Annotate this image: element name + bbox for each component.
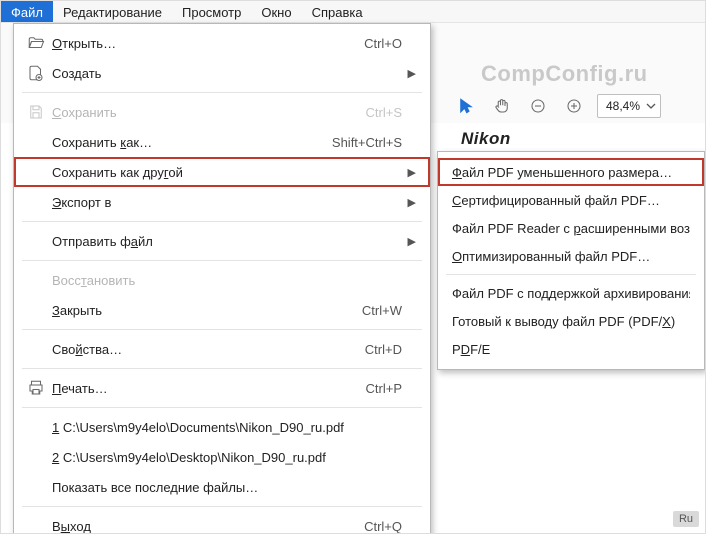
menubar-item-help[interactable]: Справка bbox=[302, 1, 373, 22]
menubar-item-edit[interactable]: Редактирование bbox=[53, 1, 172, 22]
submenu-label: Файл PDF уменьшенного размера… bbox=[452, 165, 690, 180]
document-brand-text: Nikon bbox=[461, 129, 511, 149]
save-icon bbox=[27, 103, 45, 121]
menu-separator bbox=[22, 329, 422, 330]
menubar-item-file[interactable]: Файл bbox=[1, 1, 53, 22]
menu-label: 1 C:\Users\m9y4elo\Documents\Nikon_D90_r… bbox=[52, 420, 402, 435]
menu-item-close[interactable]: Закрыть Ctrl+W bbox=[14, 295, 430, 325]
menu-label: Сохранить bbox=[52, 105, 366, 120]
menu-separator bbox=[22, 407, 422, 408]
menu-shortcut: Ctrl+O bbox=[364, 36, 402, 51]
menu-label: Восстановить bbox=[52, 273, 402, 288]
menu-label: Закрыть bbox=[52, 303, 362, 318]
submenu-item-certified-pdf[interactable]: Сертифицированный файл PDF… bbox=[438, 186, 704, 214]
hand-icon bbox=[493, 97, 511, 115]
menu-item-properties[interactable]: Свойства… Ctrl+D bbox=[14, 334, 430, 364]
submenu-label: Сертифицированный файл PDF… bbox=[452, 193, 690, 208]
zoom-out-button[interactable] bbox=[525, 93, 551, 119]
menu-label: Сохранить как другой bbox=[52, 165, 402, 180]
menu-shortcut: Ctrl+W bbox=[362, 303, 402, 318]
folder-open-icon bbox=[27, 34, 45, 52]
submenu-arrow-icon: ▶ bbox=[402, 166, 416, 179]
menu-label: 2 C:\Users\m9y4elo\Desktop\Nikon_D90_ru.… bbox=[52, 450, 402, 465]
menu-shortcut: Ctrl+Q bbox=[364, 519, 402, 534]
menu-separator bbox=[22, 368, 422, 369]
menu-item-exit[interactable]: Выход Ctrl+Q bbox=[14, 511, 430, 534]
menu-separator bbox=[22, 260, 422, 261]
menu-label: Сохранить как… bbox=[52, 135, 332, 150]
toolbar-row: 48,4% bbox=[453, 93, 661, 119]
submenu-item-pdf-e[interactable]: PDF/E bbox=[438, 335, 704, 363]
menu-item-recent-1[interactable]: 1 C:\Users\m9y4elo\Documents\Nikon_D90_r… bbox=[14, 412, 430, 442]
menu-item-recent-2[interactable]: 2 C:\Users\m9y4elo\Desktop\Nikon_D90_ru.… bbox=[14, 442, 430, 472]
printer-icon bbox=[27, 379, 45, 397]
chevron-down-icon bbox=[646, 101, 656, 111]
menu-item-restore: Восстановить bbox=[14, 265, 430, 295]
minus-circle-icon bbox=[529, 97, 547, 115]
cursor-tool[interactable] bbox=[453, 93, 479, 119]
menu-separator bbox=[446, 274, 696, 275]
zoom-value: 48,4% bbox=[606, 99, 640, 113]
submenu-label: Файл PDF Reader с расширенными возможнос… bbox=[452, 221, 690, 236]
hand-tool[interactable] bbox=[489, 93, 515, 119]
submenu-arrow-icon: ▶ bbox=[402, 67, 416, 80]
menu-label: Свойства… bbox=[52, 342, 365, 357]
menu-separator bbox=[22, 506, 422, 507]
file-plus-icon bbox=[27, 64, 45, 82]
submenu-item-reader-extended-pdf[interactable]: Файл PDF Reader с расширенными возможнос… bbox=[438, 214, 704, 242]
menu-item-save-as[interactable]: Сохранить как… Shift+Ctrl+S bbox=[14, 127, 430, 157]
submenu-item-archivable-pdf[interactable]: Файл PDF с поддержкой архивирования bbox=[438, 279, 704, 307]
menu-label: Экспорт в bbox=[52, 195, 402, 210]
save-as-other-submenu: Файл PDF уменьшенного размера… Сертифици… bbox=[437, 151, 705, 370]
watermark-text: CompConfig.ru bbox=[481, 61, 648, 87]
menu-label: ООткрыть…ткрыть… bbox=[52, 36, 364, 51]
cursor-icon bbox=[457, 97, 475, 115]
submenu-label: PDF/E bbox=[452, 342, 690, 357]
menu-item-export[interactable]: Экспорт в ▶ bbox=[14, 187, 430, 217]
menubar-item-window[interactable]: Окно bbox=[251, 1, 301, 22]
file-menu: ООткрыть…ткрыть… Ctrl+O Создать ▶ Сохран… bbox=[13, 23, 431, 534]
menu-shortcut: Shift+Ctrl+S bbox=[332, 135, 402, 150]
menu-item-send-file[interactable]: Отправить файл ▶ bbox=[14, 226, 430, 256]
submenu-label: Оптимизированный файл PDF… bbox=[452, 249, 690, 264]
menu-item-create[interactable]: Создать ▶ bbox=[14, 58, 430, 88]
menu-label: Выход bbox=[52, 519, 364, 534]
submenu-label: Готовый к выводу файл PDF (PDF/X) bbox=[452, 314, 690, 329]
menu-separator bbox=[22, 221, 422, 222]
app-window: Файл Редактирование Просмотр Окно Справк… bbox=[0, 0, 706, 534]
submenu-arrow-icon: ▶ bbox=[402, 235, 416, 248]
submenu-item-optimized-pdf[interactable]: Оптимизированный файл PDF… bbox=[438, 242, 704, 270]
submenu-item-reduced-size-pdf[interactable]: Файл PDF уменьшенного размера… bbox=[438, 158, 704, 186]
menu-item-print[interactable]: Печать… Ctrl+P bbox=[14, 373, 430, 403]
menu-item-open[interactable]: ООткрыть…ткрыть… Ctrl+O bbox=[14, 28, 430, 58]
submenu-arrow-icon: ▶ bbox=[402, 196, 416, 209]
menu-label: Отправить файл bbox=[52, 234, 402, 249]
zoom-level-select[interactable]: 48,4% bbox=[597, 94, 661, 118]
menu-item-show-all-recent[interactable]: Показать все последние файлы… bbox=[14, 472, 430, 502]
menu-item-save: Сохранить Ctrl+S bbox=[14, 97, 430, 127]
menubar-item-view[interactable]: Просмотр bbox=[172, 1, 251, 22]
menu-item-save-as-other[interactable]: Сохранить как другой ▶ bbox=[14, 157, 430, 187]
menu-separator bbox=[22, 92, 422, 93]
submenu-label: Файл PDF с поддержкой архивирования bbox=[452, 286, 690, 301]
menu-shortcut: Ctrl+S bbox=[366, 105, 402, 120]
language-indicator[interactable]: Ru bbox=[673, 511, 699, 527]
plus-circle-icon bbox=[565, 97, 583, 115]
menubar: Файл Редактирование Просмотр Окно Справк… bbox=[1, 1, 705, 23]
menu-label: Показать все последние файлы… bbox=[52, 480, 402, 495]
zoom-in-button[interactable] bbox=[561, 93, 587, 119]
menu-shortcut: Ctrl+D bbox=[365, 342, 402, 357]
menu-label: Создать bbox=[52, 66, 402, 81]
menu-shortcut: Ctrl+P bbox=[366, 381, 402, 396]
menu-label: Печать… bbox=[52, 381, 366, 396]
submenu-item-press-ready-pdf[interactable]: Готовый к выводу файл PDF (PDF/X) bbox=[438, 307, 704, 335]
